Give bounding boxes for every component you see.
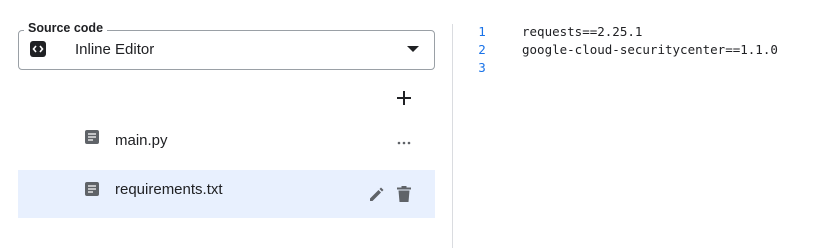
file-row-main-py[interactable]: main.py	[18, 118, 435, 166]
rename-file-button[interactable]	[366, 183, 388, 205]
add-file-button[interactable]	[392, 86, 416, 110]
file-name: main.py	[115, 132, 168, 149]
file-icon	[85, 130, 99, 144]
code-icon	[30, 41, 46, 57]
file-icon	[85, 182, 99, 196]
code-text: google-cloud-securitycenter==1.1.0	[522, 42, 778, 57]
chevron-down-icon	[407, 46, 419, 52]
add-icon	[397, 91, 411, 105]
file-row-requirements-txt[interactable]: requirements.txt	[18, 170, 435, 218]
line-number: 2	[478, 42, 486, 57]
source-code-label: Source code	[24, 20, 108, 36]
file-panel: Inline Editor Source code main.py requir…	[0, 0, 452, 248]
line-number: 1	[478, 24, 486, 39]
more-options-button[interactable]	[393, 132, 415, 154]
source-code-select[interactable]: Inline Editor	[18, 30, 435, 70]
source-code-value: Inline Editor	[75, 41, 155, 58]
code-text: requests==2.25.1	[522, 24, 643, 39]
trash-icon	[397, 186, 411, 202]
more-horiz-icon	[397, 141, 411, 145]
edit-pencil-icon	[370, 187, 384, 201]
delete-file-button[interactable]	[393, 183, 415, 205]
code-editor[interactable]: 1 requests==2.25.1 2 google-cloud-securi…	[453, 22, 821, 248]
line-number: 3	[478, 60, 486, 75]
file-name: requirements.txt	[115, 181, 223, 198]
